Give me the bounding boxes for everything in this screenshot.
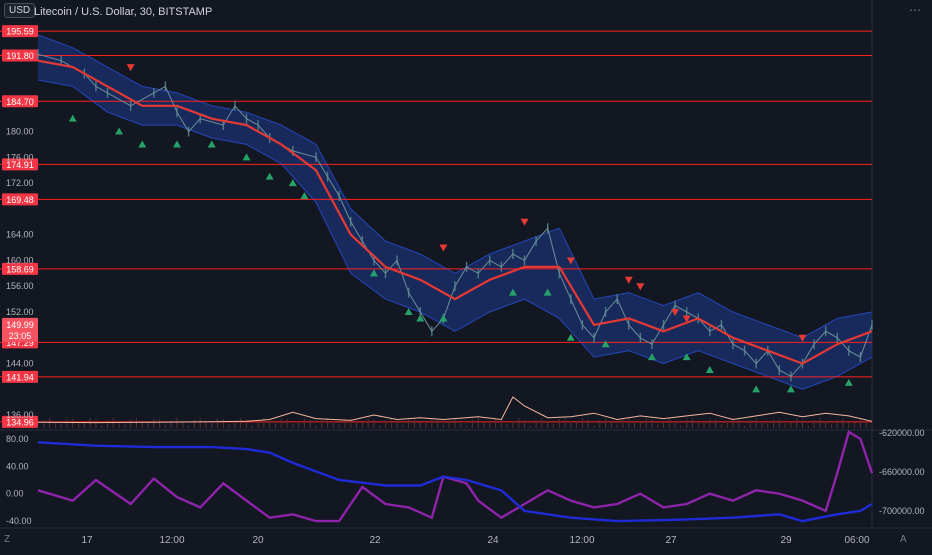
osc-y-tick-label-2: 0.00 (6, 489, 24, 499)
level-label-4: 169.48 (6, 195, 34, 205)
y-tick-label-0: 180.00 (6, 127, 34, 137)
sell-marker (624, 276, 633, 284)
buy-marker (68, 114, 77, 122)
y-tick-label-4: 160.00 (6, 255, 34, 265)
oscillator-purple-line (37, 430, 874, 523)
osc-y-tick-label-0: 80.00 (6, 434, 29, 444)
buy-marker (115, 127, 124, 135)
level-label-2: 184.70 (6, 97, 34, 107)
right-axis-label-2: -700000.00 (879, 506, 925, 516)
buy-marker (752, 385, 761, 393)
chart-root[interactable]: 195.59 191.80 184.70 174.91 169.48 158.69 147.… (0, 0, 932, 550)
sell-marker (439, 244, 448, 252)
buy-marker (416, 314, 425, 322)
x-tick-label-7: 29 (780, 535, 792, 546)
osc-y-tick-label-3: -40.00 (6, 516, 32, 526)
x-tick-label-2: 20 (252, 535, 264, 546)
y-tick-label-5: 156.00 (6, 281, 34, 291)
oscillator-blue-line (37, 441, 873, 523)
sell-marker (520, 218, 529, 226)
buy-marker (242, 153, 251, 161)
x-tick-label-8: 06:00 (844, 535, 869, 546)
buy-marker (173, 140, 181, 148)
buy-marker (844, 378, 853, 386)
x-tick-label-1: 12:00 (159, 535, 184, 546)
reset-scale-z-button[interactable]: Z (4, 534, 10, 545)
x-tick-label-4: 24 (487, 535, 499, 546)
auto-scale-a-button[interactable]: A (900, 534, 907, 545)
right-axis-label-0: -620000.00 (879, 428, 925, 438)
osc-y-tick-label-1: 40.00 (6, 461, 29, 471)
chart-svg[interactable]: 195.59191.80184.70174.91169.48158.69147.… (0, 0, 932, 550)
level-label-1: 191.80 (6, 51, 34, 61)
buy-marker (705, 366, 714, 373)
ellipsis-icon[interactable]: ⋯ (906, 3, 924, 19)
x-tick-label-0: 17 (81, 535, 93, 546)
level-label-7: 141.94 (6, 372, 34, 382)
buy-marker (138, 140, 147, 148)
sell-marker (126, 64, 135, 72)
y-tick-label-1: 176.00 (6, 152, 34, 162)
countdown-label: 23:05 (9, 331, 32, 341)
x-tick-label-6: 27 (665, 535, 677, 546)
right-axis-label-1: -660000.00 (879, 467, 925, 477)
current-price-label: 149.99 (6, 320, 34, 330)
sell-marker (636, 283, 645, 291)
buy-marker (265, 172, 274, 180)
y-tick-label-3: 164.00 (6, 230, 34, 240)
currency-badge[interactable]: USD (4, 3, 36, 18)
y-tick-label-6: 152.00 (6, 307, 34, 317)
level-label-0: 195.59 (6, 27, 34, 37)
y-tick-label-2: 172.00 (6, 178, 34, 188)
buy-marker (207, 140, 216, 148)
y-tick-label-8: 136.00 (6, 410, 34, 420)
level-label-5: 158.69 (6, 264, 34, 274)
x-tick-label-5: 12:00 (569, 535, 594, 546)
volume-line (37, 396, 873, 424)
y-tick-label-7: 144.00 (6, 359, 34, 369)
chart-title: Litecoin / U.S. Dollar, 30, BITSTAMP (34, 6, 213, 18)
x-tick-label-3: 22 (369, 535, 381, 546)
